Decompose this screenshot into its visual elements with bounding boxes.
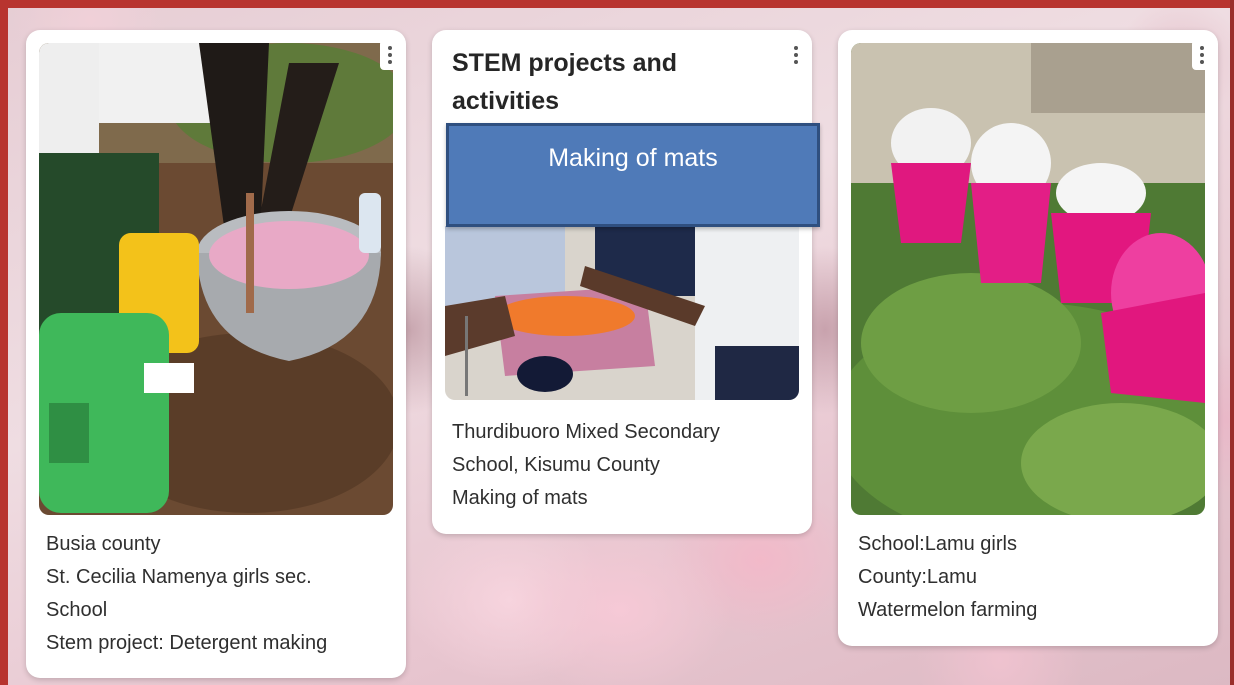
making-of-mats-banner: Making of mats [446, 123, 820, 227]
frame-left-border [0, 0, 8, 685]
padlet-board-background: Busia county St. Cecilia Namenya girls s… [0, 0, 1234, 685]
more-vertical-icon [1200, 46, 1204, 50]
post-caption: Busia county St. Cecilia Namenya girls s… [46, 528, 392, 660]
post-photo-making-of-mats[interactable] [445, 226, 799, 400]
card-menu-button[interactable] [1192, 40, 1212, 70]
post-photo-watermelon-farming[interactable] [851, 43, 1205, 515]
card-menu-button[interactable] [380, 40, 400, 70]
post-caption: Thurdibuoro Mixed Secondary School, Kisu… [452, 416, 798, 515]
post-caption: School:Lamu girls County:Lamu Watermelon… [858, 528, 1204, 627]
frame-top-border [0, 0, 1234, 8]
caption-line: Making of mats [452, 487, 588, 509]
caption-line: Busia county [46, 533, 161, 555]
post-title: STEM projects and activities [452, 49, 678, 115]
caption-line: School, Kisumu County [452, 454, 660, 476]
detergent-making-photo [39, 43, 393, 515]
post-card-watermelon-farming[interactable]: School:Lamu girls County:Lamu Watermelon… [838, 30, 1218, 646]
card-menu-button[interactable] [786, 40, 806, 70]
more-vertical-icon [794, 46, 798, 50]
watermelon-farming-photo [851, 43, 1205, 515]
frame-right-border [1230, 0, 1234, 685]
caption-line: County:Lamu [858, 566, 977, 588]
post-photo-detergent-making[interactable] [39, 43, 393, 515]
more-vertical-icon [388, 46, 392, 50]
post-card-detergent-making[interactable]: Busia county St. Cecilia Namenya girls s… [26, 30, 406, 678]
caption-line: Thurdibuoro Mixed Secondary [452, 421, 720, 443]
post-card-making-of-mats[interactable]: STEM projects and activities Thurdibuoro… [432, 30, 812, 534]
banner-label: Making of mats [548, 144, 718, 172]
caption-line: Stem project: Detergent making [46, 632, 328, 654]
caption-line: School [46, 599, 108, 621]
caption-line: School:Lamu girls [858, 533, 1017, 555]
caption-line: St. Cecilia Namenya girls sec. [46, 566, 312, 588]
caption-line: Watermelon farming [858, 599, 1038, 621]
making-of-mats-photo [445, 226, 799, 400]
